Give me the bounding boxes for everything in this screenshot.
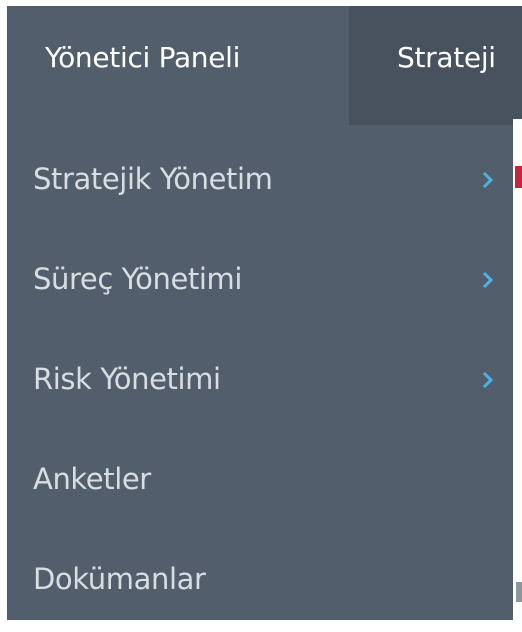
sidebar-item-label: Anketler [33,462,151,496]
sidebar-item-label: Süreç Yönetimi [33,262,243,296]
sidebar-item-anketler[interactable]: Anketler [7,432,520,532]
content-edge [513,119,522,620]
chevron-right-icon [481,270,495,290]
sidebar-item-dokumanlar[interactable]: Dokümanlar [7,532,520,632]
content-fragment [516,582,522,602]
sidebar-item-stratejik-yonetim[interactable]: Stratejik Yönetim [7,132,520,232]
chevron-right-icon [481,370,495,390]
sidebar-title: Yönetici Paneli [45,41,241,74]
tab-strateji[interactable]: Strateji [349,6,522,125]
app-frame: Yönetici Paneli Strateji Stratejik Yönet… [0,0,522,620]
sidebar-header: Yönetici Paneli [7,6,349,125]
sidebar-item-label: Stratejik Yönetim [33,162,273,196]
sidebar: Yönetici Paneli Strateji Stratejik Yönet… [7,6,522,620]
content-accent-mark [515,166,522,188]
sidebar-menu: Stratejik Yönetim Süreç Yönetimi Risk Yö… [7,132,520,632]
chevron-right-icon [481,170,495,190]
sidebar-item-risk-yonetimi[interactable]: Risk Yönetimi [7,332,520,432]
tab-strateji-label: Strateji [397,41,496,74]
sidebar-item-surec-yonetimi[interactable]: Süreç Yönetimi [7,232,520,332]
sidebar-item-label: Risk Yönetimi [33,362,221,396]
sidebar-item-label: Dokümanlar [33,562,206,596]
